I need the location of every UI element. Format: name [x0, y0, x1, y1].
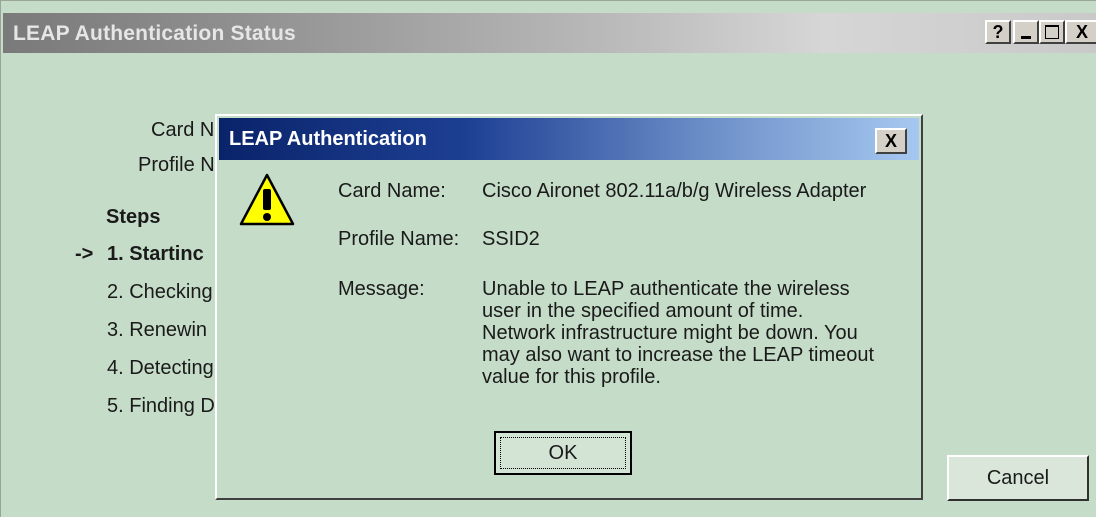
message-line: user in the specified amount of time. [482, 300, 804, 322]
help-button[interactable]: ? [985, 20, 1011, 44]
maximize-icon [1045, 25, 1059, 39]
message-line: may also want to increase the LEAP timeo… [482, 344, 875, 366]
current-step-arrow: -> [75, 243, 94, 265]
card-name-label-partial: Card N [151, 119, 215, 141]
focus-rectangle [500, 437, 626, 469]
card-name-label: Card Name: [338, 180, 446, 202]
message-text: Unable to LEAP authenticate the wireless… [482, 278, 902, 388]
steps-heading: Steps [106, 206, 161, 228]
profile-name-value: SSID2 [482, 228, 540, 250]
step-item: 4. Detecting [107, 357, 214, 379]
message-line: value for this profile. [482, 366, 661, 388]
message-line: Unable to LEAP authenticate the wireless [482, 278, 850, 300]
leap-authentication-dialog: LEAP Authentication X Card Name: Cisco A… [215, 114, 923, 500]
card-name-value: Cisco Aironet 802.11a/b/g Wireless Adapt… [482, 180, 867, 202]
minimize-icon [1021, 35, 1031, 39]
message-line: Network infrastructure might be down. Yo… [482, 322, 858, 344]
maximize-button[interactable] [1039, 20, 1065, 44]
close-button[interactable]: X [1065, 20, 1096, 44]
cancel-button[interactable]: Cancel [947, 455, 1089, 501]
dialog-titlebar[interactable]: LEAP Authentication X [219, 118, 919, 160]
dialog-title: LEAP Authentication [229, 128, 427, 150]
step-item: 5. Finding D [107, 395, 215, 417]
minimize-button[interactable] [1013, 20, 1039, 44]
profile-name-label: Profile Name: [338, 228, 460, 250]
step-item: 3. Renewin [107, 319, 208, 341]
message-label: Message: [338, 278, 425, 300]
ok-button[interactable]: OK [494, 431, 632, 475]
status-window-titlebar[interactable]: LEAP Authentication Status ? X [3, 13, 1096, 53]
dialog-close-button[interactable]: X [875, 128, 907, 154]
warning-icon [239, 173, 295, 226]
step-item: 1. Startinc [107, 243, 204, 265]
status-window-title: LEAP Authentication Status [13, 22, 296, 45]
profile-name-label-partial: Profile N [138, 154, 215, 176]
step-item: 2. Checking [107, 281, 213, 303]
